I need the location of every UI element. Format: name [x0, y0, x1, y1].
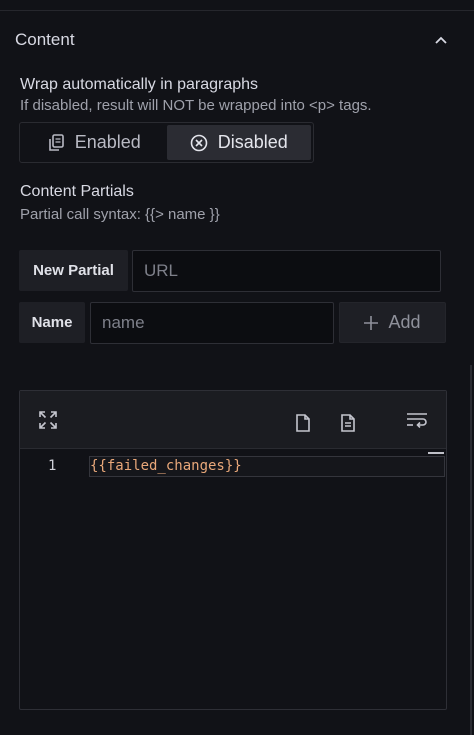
wrap-label: Wrap automatically in paragraphs — [20, 76, 259, 93]
wrap-option-disabled-label: Disabled — [217, 132, 288, 152]
new-partial-label: New Partial — [19, 250, 128, 291]
wrap-option-enabled[interactable]: Enabled — [22, 125, 167, 160]
editor-body[interactable]: 1 {{failed_changes}} — [20, 450, 446, 710]
name-label: Name — [19, 302, 85, 343]
chevron-up-icon[interactable] — [434, 33, 448, 47]
file-icon[interactable] — [292, 412, 314, 434]
editor-toolbar — [20, 391, 446, 449]
partial-url-input[interactable] — [132, 250, 441, 292]
code-text: {{failed_changes}} — [90, 458, 242, 474]
wrap-text-icon[interactable] — [406, 409, 428, 431]
add-partial-button[interactable]: Add — [339, 302, 446, 343]
wrap-radio-group: Enabled Disabled — [19, 122, 314, 163]
code-editor: 1 {{failed_changes}} — [19, 390, 447, 710]
code-line[interactable]: {{failed_changes}} — [89, 456, 445, 477]
scroll-marker — [428, 452, 444, 454]
partials-description: Partial call syntax: {{> name }} — [20, 206, 220, 223]
file-text-icon[interactable] — [337, 412, 359, 434]
expand-icon[interactable] — [37, 409, 59, 431]
wrap-description: If disabled, result will NOT be wrapped … — [20, 97, 372, 114]
wrap-option-enabled-label: Enabled — [74, 132, 141, 152]
add-button-label: Add — [388, 312, 421, 332]
wrap-option-disabled[interactable]: Disabled — [166, 125, 311, 160]
partials-label: Content Partials — [20, 183, 134, 200]
line-number: 1 — [48, 458, 57, 474]
scrollbar[interactable] — [470, 365, 472, 735]
section-title: Content — [15, 30, 75, 49]
document-copy-icon — [48, 133, 65, 152]
divider — [0, 10, 474, 11]
plus-icon — [364, 315, 379, 330]
content-section-header[interactable]: Content — [0, 20, 474, 60]
partial-name-input[interactable] — [90, 302, 334, 344]
circle-x-icon — [190, 134, 208, 152]
